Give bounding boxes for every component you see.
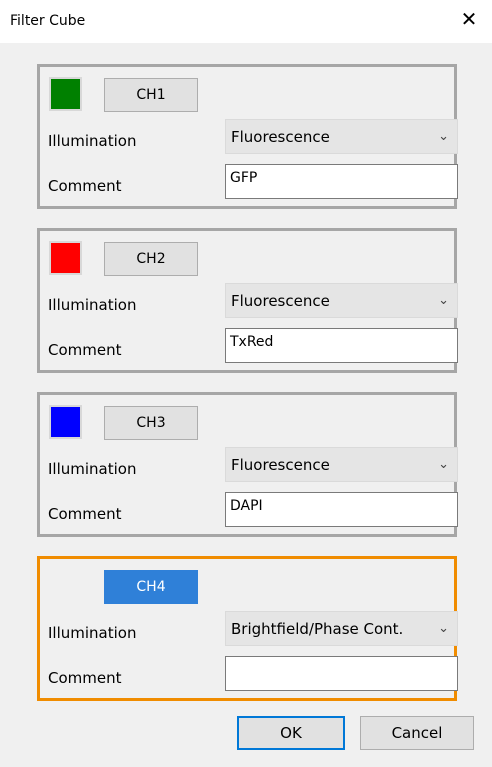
chevron-down-icon: ⌄ xyxy=(438,293,449,308)
illumination-label: Illumination xyxy=(48,624,137,642)
close-icon[interactable]: ✕ xyxy=(446,0,492,38)
ok-button[interactable]: OK xyxy=(237,716,345,750)
chevron-down-icon: ⌄ xyxy=(438,457,449,472)
color-swatch[interactable] xyxy=(49,241,82,275)
comment-input[interactable]: DAPI xyxy=(225,492,458,527)
title-bar: Filter Cube ✕ xyxy=(0,0,492,43)
illumination-value: Fluorescence xyxy=(231,291,330,310)
color-swatch[interactable] xyxy=(49,405,82,439)
window-title: Filter Cube xyxy=(10,13,86,29)
chevron-down-icon: ⌄ xyxy=(438,129,449,144)
chevron-down-icon: ⌄ xyxy=(438,621,449,636)
channel-group-ch2: CH2 Illumination Fluorescence ⌄ Comment … xyxy=(37,228,458,373)
illumination-label: Illumination xyxy=(48,460,137,478)
illumination-value: Fluorescence xyxy=(231,127,330,146)
comment-label: Comment xyxy=(48,505,122,523)
channel-group-ch4: CH4 Illumination Brightfield/Phase Cont.… xyxy=(37,556,458,701)
channel-button-ch3[interactable]: CH3 xyxy=(104,406,198,440)
comment-input[interactable]: GFP xyxy=(225,164,458,199)
comment-label: Comment xyxy=(48,177,122,195)
illumination-select[interactable]: Fluorescence ⌄ xyxy=(225,447,458,482)
channel-button-ch2[interactable]: CH2 xyxy=(104,242,198,276)
comment-label: Comment xyxy=(48,669,122,687)
illumination-label: Illumination xyxy=(48,296,137,314)
illumination-value: Fluorescence xyxy=(231,455,330,474)
illumination-select[interactable]: Fluorescence ⌄ xyxy=(225,119,458,154)
illumination-select[interactable]: Brightfield/Phase Cont. ⌄ xyxy=(225,611,458,646)
illumination-select[interactable]: Fluorescence ⌄ xyxy=(225,283,458,318)
comment-input[interactable]: TxRed xyxy=(225,328,458,363)
comment-label: Comment xyxy=(48,341,122,359)
channel-button-ch1[interactable]: CH1 xyxy=(104,78,198,112)
cancel-button[interactable]: Cancel xyxy=(360,716,474,750)
illumination-value: Brightfield/Phase Cont. xyxy=(231,619,404,638)
channel-button-ch4[interactable]: CH4 xyxy=(104,570,198,604)
channel-group-ch1: CH1 Illumination Fluorescence ⌄ Comment … xyxy=(37,64,458,209)
illumination-label: Illumination xyxy=(48,132,137,150)
channel-group-ch3: CH3 Illumination Fluorescence ⌄ Comment … xyxy=(37,392,458,537)
comment-input[interactable] xyxy=(225,656,458,691)
color-swatch[interactable] xyxy=(49,77,82,111)
